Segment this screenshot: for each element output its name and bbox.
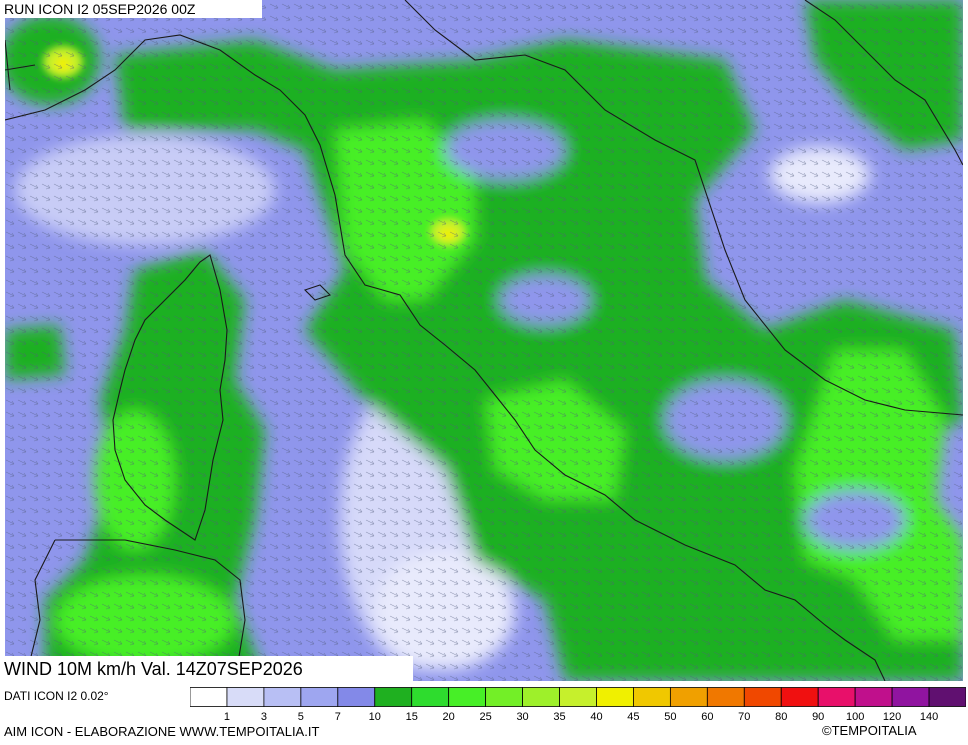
legend-tick-label: 90 xyxy=(812,711,824,723)
legend-swatch xyxy=(190,687,228,707)
legend-swatch xyxy=(669,687,708,707)
legend-tick-label: 20 xyxy=(443,711,455,723)
legend-swatch xyxy=(596,687,634,707)
legend-tick-label: 7 xyxy=(335,711,341,723)
legend-tick-label: 35 xyxy=(553,711,565,723)
legend-swatch xyxy=(854,687,893,707)
legend-tick-label: 100 xyxy=(846,711,864,723)
legend-swatch xyxy=(522,687,560,707)
wind-arrows xyxy=(5,0,963,681)
legend-swatch xyxy=(633,687,671,707)
legend-swatch xyxy=(706,687,745,707)
legend-tick-label: 5 xyxy=(298,711,304,723)
legend-tick-label: 80 xyxy=(775,711,787,723)
legend-swatch xyxy=(559,687,597,707)
legend-swatch xyxy=(780,687,819,707)
credit-label: AIM ICON - ELABORAZIONE WWW.TEMPOITALIA.… xyxy=(4,724,320,739)
legend-swatch xyxy=(928,687,966,707)
legend-tick-label: 45 xyxy=(627,711,639,723)
legend-tick-label: 70 xyxy=(738,711,750,723)
legend-tick-label: 3 xyxy=(261,711,267,723)
legend-swatch xyxy=(337,687,376,707)
data-source-label: DATI ICON I2 0.02° xyxy=(4,689,109,703)
legend-swatch xyxy=(263,687,302,707)
legend-tick-label: 140 xyxy=(920,711,938,723)
legend-tick-label: 50 xyxy=(664,711,676,723)
legend-tick-label: 25 xyxy=(479,711,491,723)
legend-tick-label: 15 xyxy=(406,711,418,723)
run-label: RUN ICON I2 05SEP2026 00Z xyxy=(0,0,262,18)
variable-label: WIND 10M km/h Val. 14Z07SEP2026 xyxy=(4,659,303,679)
legend-swatch xyxy=(226,687,265,707)
copyright-label: ©TEMPOITALIA xyxy=(822,723,917,738)
legend-tick-label: 40 xyxy=(590,711,602,723)
legend-swatch xyxy=(448,687,487,707)
legend-swatch xyxy=(300,687,339,707)
legend-tick-label: 60 xyxy=(701,711,713,723)
legend-swatch xyxy=(485,687,523,707)
legend-swatch xyxy=(411,687,450,707)
wind-map xyxy=(5,0,963,681)
legend-swatch xyxy=(374,687,413,707)
legend-tick-label: 120 xyxy=(883,711,901,723)
legend-tick-label: 1 xyxy=(224,711,230,723)
legend-tick-label: 30 xyxy=(516,711,528,723)
legend-swatch xyxy=(817,687,856,707)
legend-swatch xyxy=(891,687,930,707)
legend-tick-labels: 1 3 5 7 10 15 20 25 30 35 40 45 50 60 70 80 90 100 120 140 xyxy=(224,711,938,723)
legend-color-bar xyxy=(190,687,966,707)
legend-tick-label: 10 xyxy=(369,711,381,723)
legend-swatch xyxy=(743,687,782,707)
